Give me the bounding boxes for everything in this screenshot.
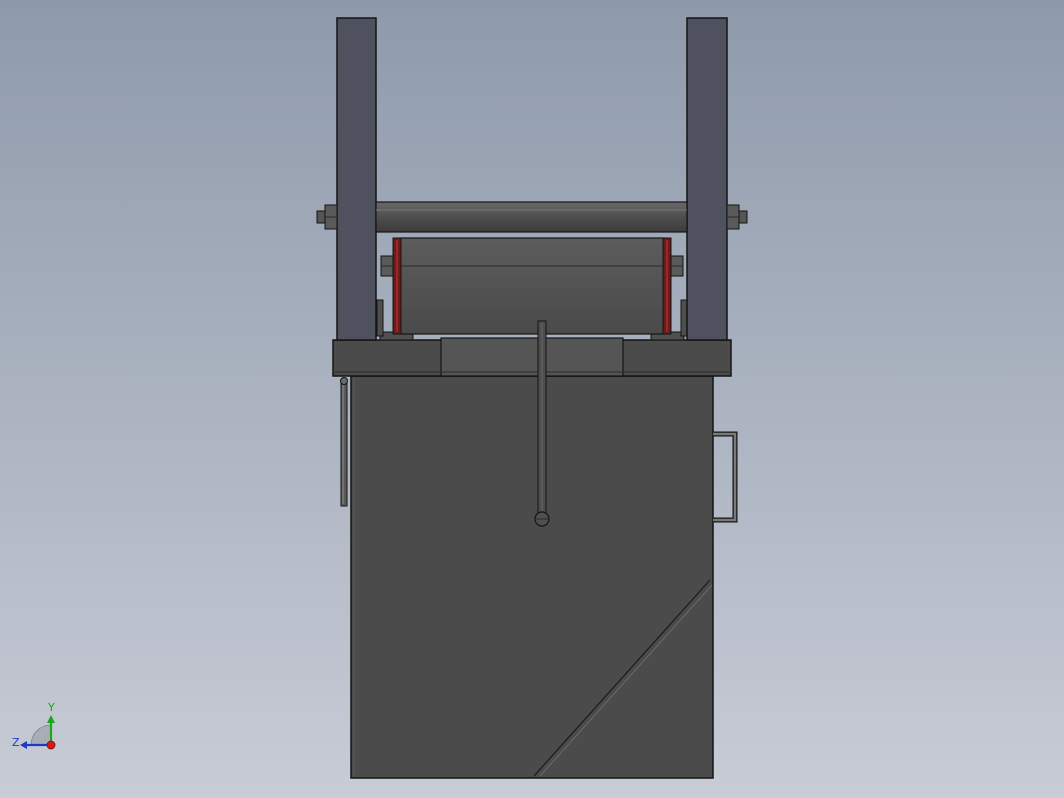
top-clamp-plate[interactable] (332, 337, 732, 377)
right-bracket-upright (680, 299, 688, 337)
graphics-viewport[interactable]: Y Z (0, 0, 1064, 798)
drum-right-nut (670, 255, 684, 277)
main-box-body[interactable] (350, 375, 714, 779)
drum-roller[interactable] (392, 237, 672, 335)
y-axis-label: Y (47, 701, 55, 714)
upper-roller-bar[interactable] (375, 201, 688, 233)
z-axis-label: Z (12, 736, 20, 749)
right-frame-post[interactable] (686, 17, 728, 341)
left-side-lever[interactable] (340, 377, 348, 507)
left-frame-post[interactable] (336, 17, 377, 341)
x-axis-dot (46, 740, 56, 750)
model-view[interactable]: Y Z (0, 0, 1064, 798)
drum-left-nut (380, 255, 394, 277)
left-bracket-upright (376, 299, 384, 337)
